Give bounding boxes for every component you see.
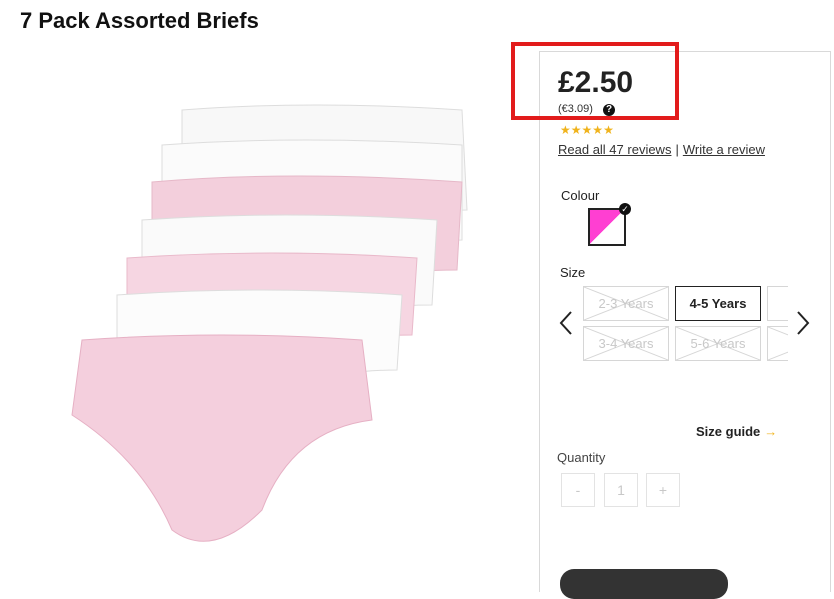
size-option[interactable]: 2-3 Years: [583, 286, 669, 321]
quantity-input[interactable]: 1: [604, 473, 638, 507]
size-option-label: 3-4 Years: [598, 336, 654, 351]
help-icon[interactable]: ?: [603, 104, 615, 116]
size-option[interactable]: 6: [767, 286, 788, 321]
quantity-label: Quantity: [557, 450, 606, 465]
size-option-label: 2-3 Years: [598, 296, 654, 311]
quantity-increase-button[interactable]: +: [646, 473, 680, 507]
star-icon: ★: [570, 123, 582, 137]
size-label: Size: [560, 265, 586, 280]
size-option-label: 5-6 Years: [690, 336, 746, 351]
review-links: Read all 47 reviews | Write a review: [558, 142, 765, 157]
size-guide-link[interactable]: Size guide →: [696, 424, 777, 439]
brief-layer: [71, 334, 373, 542]
check-icon: ✓: [619, 203, 631, 215]
star-icon: ★: [581, 123, 593, 137]
write-review-link[interactable]: Write a review: [683, 142, 765, 157]
product-image: [71, 104, 468, 542]
size-options: 2-3 Years 4-5 Years 6 3-4 Years 5-6 Year…: [583, 286, 788, 364]
quantity-decrease-button[interactable]: -: [561, 473, 595, 507]
link-separator: |: [675, 142, 679, 157]
star-icon: ★: [592, 123, 604, 137]
half-star-icon: ★: [603, 123, 614, 137]
price: £2.50: [558, 66, 634, 99]
size-option[interactable]: 5-6 Years: [675, 326, 761, 361]
size-option-label: 4-5 Years: [689, 296, 747, 311]
size-prev-arrow[interactable]: [555, 308, 577, 338]
read-reviews-link[interactable]: Read all 47 reviews: [558, 142, 671, 157]
product-title: 7 Pack Assorted Briefs: [20, 8, 259, 33]
size-guide-label: Size guide: [696, 424, 761, 439]
size-option-selected[interactable]: 4-5 Years: [675, 286, 761, 321]
size-option[interactable]: 3-4 Years: [583, 326, 669, 361]
add-to-basket-button[interactable]: [560, 569, 728, 599]
unavailable-cross-icon: [768, 327, 788, 360]
colour-label: Colour: [561, 188, 600, 203]
arrow-right-icon: →: [764, 424, 778, 439]
size-next-arrow[interactable]: [792, 308, 814, 338]
price-alt-currency: (€3.09): [558, 103, 593, 115]
rating-stars: ★★★★★: [560, 123, 614, 137]
size-option[interactable]: 7: [767, 326, 788, 361]
star-icon: ★: [560, 123, 571, 137]
